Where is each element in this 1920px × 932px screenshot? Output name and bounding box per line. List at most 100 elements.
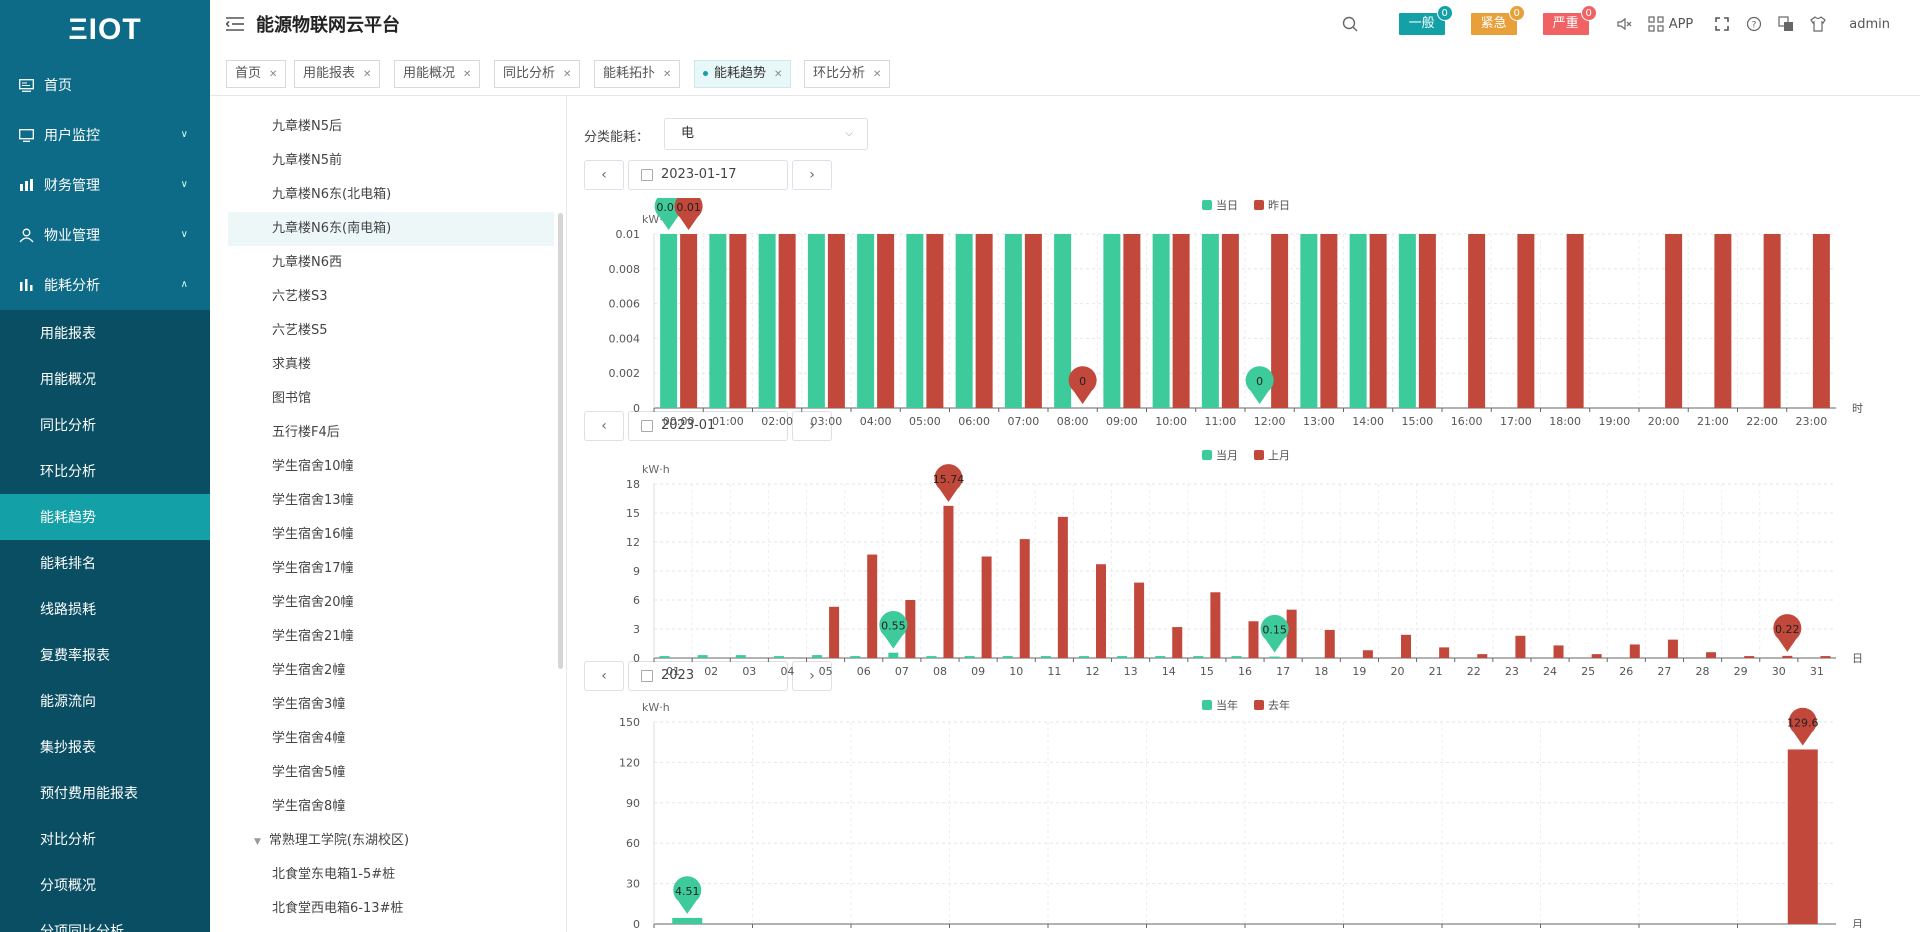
- tree-node[interactable]: 五行楼F4后: [228, 416, 554, 450]
- bar-current[interactable]: [697, 655, 708, 658]
- close-icon[interactable]: ✕: [269, 69, 277, 80]
- bar-previous[interactable]: [867, 554, 878, 658]
- bar-previous[interactable]: [1812, 234, 1830, 408]
- sidebar-subitem[interactable]: 用能概况: [0, 356, 210, 402]
- bar-previous[interactable]: [680, 234, 698, 408]
- tree-group-node[interactable]: ▼ 常熟理工学院(东湖校区): [228, 824, 554, 858]
- date-picker[interactable]: 2023-01-17: [628, 160, 788, 190]
- bar-current[interactable]: [1117, 656, 1128, 658]
- bar-current[interactable]: [1054, 234, 1072, 408]
- tree-node[interactable]: 学生宿舍21幢: [228, 620, 554, 654]
- bar-previous[interactable]: [1286, 609, 1297, 658]
- tab-1[interactable]: 用能报表 ✕: [294, 60, 381, 88]
- bar-previous[interactable]: [1248, 621, 1259, 658]
- tree-node[interactable]: 求真楼: [228, 348, 554, 382]
- bar-previous[interactable]: [1787, 749, 1818, 924]
- tree-node[interactable]: 学生宿舍3幢: [228, 688, 554, 722]
- tree-node[interactable]: 学生宿舍16幢: [228, 518, 554, 552]
- sidebar-subitem[interactable]: 能耗趋势: [0, 494, 210, 540]
- bar-previous[interactable]: [1418, 234, 1436, 408]
- bar-previous[interactable]: [1629, 644, 1640, 658]
- bar-previous[interactable]: [1172, 234, 1190, 408]
- tab-2[interactable]: 用能概况 ✕: [394, 60, 481, 88]
- bar-current[interactable]: [906, 234, 924, 408]
- bar-current[interactable]: [758, 234, 776, 408]
- bar-previous[interactable]: [1706, 652, 1717, 658]
- bar-current[interactable]: [964, 656, 975, 658]
- bar-previous[interactable]: [1591, 654, 1602, 658]
- bar-previous[interactable]: [1665, 234, 1683, 408]
- bar-current[interactable]: [888, 652, 899, 658]
- tree-node[interactable]: 九章楼N6东(南电箱): [228, 212, 554, 246]
- bar-previous[interactable]: [1439, 647, 1450, 658]
- bar-previous[interactable]: [1515, 635, 1526, 658]
- bar-previous[interactable]: [1362, 650, 1373, 658]
- bar-current[interactable]: [1152, 234, 1170, 408]
- alarm-badge-1[interactable]: 紧急 0: [1470, 5, 1525, 35]
- tree-node[interactable]: 学生宿舍13幢: [228, 484, 554, 518]
- bar-current[interactable]: [709, 234, 727, 408]
- sidebar-subitem[interactable]: 分项概况: [0, 862, 210, 908]
- sidebar-subitem[interactable]: 能源流向: [0, 678, 210, 724]
- sidebar-subitem[interactable]: 线路损耗: [0, 586, 210, 632]
- bar-current[interactable]: [773, 656, 784, 658]
- bar-previous[interactable]: [729, 234, 747, 408]
- bar-previous[interactable]: [877, 234, 895, 408]
- next-button[interactable]: ›: [792, 160, 832, 190]
- bar-current[interactable]: [1300, 234, 1318, 408]
- tab-5[interactable]: 能耗趋势 ✕: [694, 60, 792, 88]
- bar-previous[interactable]: [1057, 516, 1068, 658]
- bar-current[interactable]: [672, 917, 703, 924]
- sidebar-subitem[interactable]: 集抄报表: [0, 724, 210, 770]
- tree-node[interactable]: 九章楼N5后: [228, 110, 554, 144]
- sidebar-subitem[interactable]: 用能报表: [0, 310, 210, 356]
- tree-node[interactable]: 六艺楼S3: [228, 280, 554, 314]
- bar-previous[interactable]: [1324, 629, 1335, 658]
- bar-current[interactable]: [807, 234, 825, 408]
- tab-4[interactable]: 能耗拓扑 ✕: [594, 60, 681, 88]
- tree-node[interactable]: 学生宿舍10幢: [228, 450, 554, 484]
- bar-current[interactable]: [1002, 656, 1013, 658]
- sidebar-subitem[interactable]: 环比分析: [0, 448, 210, 494]
- bar-previous[interactable]: [943, 505, 954, 658]
- bar-previous[interactable]: [829, 606, 840, 658]
- sidebar-item-4[interactable]: 能耗分析 ∧: [0, 260, 210, 310]
- bar-previous[interactable]: [975, 234, 993, 408]
- prev-button[interactable]: ‹: [584, 160, 624, 190]
- mute-icon[interactable]: [1615, 15, 1633, 33]
- fullscreen-icon[interactable]: [1713, 15, 1731, 33]
- sidebar-subitem[interactable]: 能耗排名: [0, 540, 210, 586]
- tree-node[interactable]: 九章楼N6西: [228, 246, 554, 280]
- user-name[interactable]: admin: [1849, 17, 1890, 32]
- tab-0[interactable]: 首页 ✕: [226, 60, 287, 88]
- bar-current[interactable]: [1231, 656, 1242, 658]
- bar-current[interactable]: [1349, 234, 1367, 408]
- bar-previous[interactable]: [1553, 645, 1564, 658]
- tree-node[interactable]: 九章楼N6东(北电箱): [228, 178, 554, 212]
- bar-previous[interactable]: [1210, 592, 1221, 658]
- bar-previous[interactable]: [1019, 539, 1030, 658]
- sidebar-subitem[interactable]: 预付费用能报表: [0, 770, 210, 816]
- tab-6[interactable]: 环比分析 ✕: [804, 60, 891, 88]
- close-icon[interactable]: ✕: [663, 69, 671, 80]
- tree-node[interactable]: 学生宿舍8幢: [228, 790, 554, 824]
- close-icon[interactable]: ✕: [363, 69, 371, 80]
- tree-node[interactable]: 学生宿舍4幢: [228, 722, 554, 756]
- close-icon[interactable]: ✕: [463, 69, 471, 80]
- alarm-badge-2[interactable]: 严重 0: [1542, 5, 1597, 35]
- bar-previous[interactable]: [981, 556, 992, 659]
- bar-previous[interactable]: [1271, 234, 1289, 408]
- tree-node[interactable]: 六艺楼S5: [228, 314, 554, 348]
- bar-current[interactable]: [955, 234, 973, 408]
- app-grid-icon[interactable]: [1647, 15, 1665, 33]
- bar-current[interactable]: [659, 656, 670, 658]
- bar-previous[interactable]: [1820, 656, 1831, 658]
- bar-previous[interactable]: [1763, 234, 1781, 408]
- bar-previous[interactable]: [1566, 234, 1584, 408]
- bar-previous[interactable]: [1401, 634, 1412, 658]
- bar-current[interactable]: [1155, 656, 1166, 658]
- bar-previous[interactable]: [778, 234, 796, 408]
- sidebar-subitem[interactable]: 同比分析: [0, 402, 210, 448]
- bar-previous[interactable]: [1123, 234, 1141, 408]
- sidebar-item-0[interactable]: 首页: [0, 60, 210, 110]
